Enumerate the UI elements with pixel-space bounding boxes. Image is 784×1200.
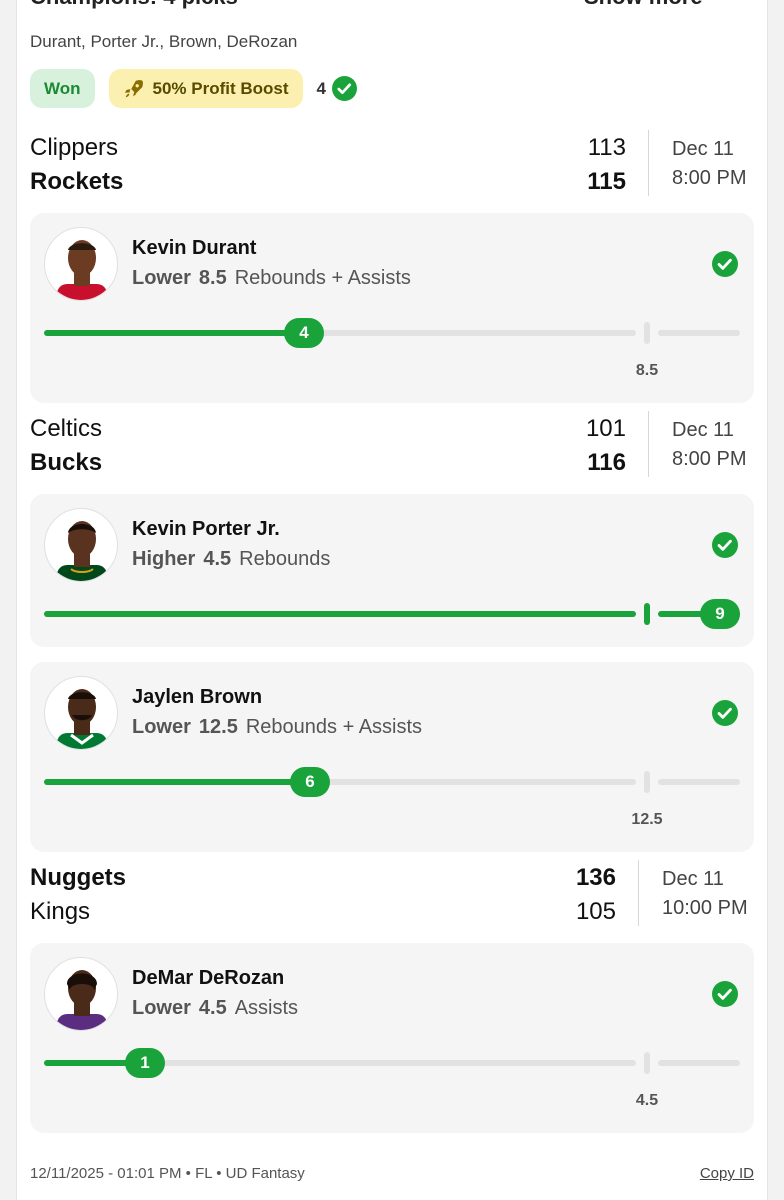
pick-line: Higher 4.5 Rebounds [132, 548, 330, 571]
player-name: Kevin Durant [132, 237, 257, 259]
game-time: 8:00 PM [672, 167, 747, 189]
line-marker [644, 771, 650, 793]
game-header: Nuggets Kings 136 105 Dec 11 10:00 PM [30, 860, 754, 928]
pick-line-value: 4.5 [198, 997, 227, 1019]
check-circle-icon [712, 251, 738, 277]
pick-line: Lower 8.5 Rebounds + Assists [132, 267, 411, 290]
team-score: 105 [575, 898, 616, 925]
team-score: 116 [587, 449, 626, 476]
player-avatar [44, 227, 118, 301]
progress-fill [44, 330, 304, 336]
game-date: Dec 11 [662, 868, 724, 890]
progress-track-over [658, 779, 740, 785]
game-date: Dec 11 [672, 138, 734, 160]
status-badge: Won [30, 69, 95, 108]
players-summary: Durant, Porter Jr., Brown, DeRozan [30, 32, 298, 51]
team-score: 113 [587, 134, 626, 161]
divider [648, 411, 649, 477]
line-label: 4.5 [635, 1092, 659, 1109]
result-knob: 1 [125, 1048, 165, 1078]
divider [638, 860, 639, 926]
pick-line-value: 8.5 [198, 267, 227, 289]
show-more-link[interactable]: Show more [584, 0, 703, 10]
result-knob: 9 [700, 599, 740, 629]
progress-fill [44, 779, 310, 785]
progress-track [44, 611, 636, 617]
progress-track [44, 330, 636, 336]
check-circle-icon [332, 76, 358, 101]
game-header: Celtics Bucks 101 116 Dec 11 8:00 PM [30, 411, 754, 479]
check-circle-icon [712, 532, 738, 558]
pick-card[interactable]: Kevin Durant Lower 8.5 Rebounds + Assists … [30, 213, 754, 403]
progress-track-over [658, 1060, 740, 1066]
rocket-icon [124, 79, 143, 97]
pick-direction: Lower [132, 716, 191, 738]
line-label: 8.5 [635, 362, 659, 379]
check-circle-icon [712, 981, 738, 1007]
player-name: DeMar DeRozan [132, 967, 285, 989]
profit-boost-label: 50% Profit Boost [152, 78, 289, 98]
pick-direction: Lower [132, 267, 191, 289]
team-name: Rockets [30, 168, 124, 195]
pick-card[interactable]: Jaylen Brown Lower 12.5 Rebounds + Assists… [30, 662, 754, 852]
team-name: Kings [30, 898, 91, 925]
pick-card[interactable]: Kevin Porter Jr. Higher 4.5 Rebounds 9 [30, 494, 754, 647]
progress-track [44, 779, 636, 785]
entry-title: Champions: 4 picks [30, 0, 238, 10]
team-name: Celtics [30, 415, 103, 442]
pick-card[interactable]: DeMar DeRozan Lower 4.5 Assists 1 4.5 [30, 943, 754, 1133]
status-badges: Won 50% Profit Boost 4 [30, 69, 358, 108]
player-avatar [44, 508, 118, 582]
pick-line-value: 4.5 [203, 548, 232, 570]
team-score: 115 [587, 168, 626, 195]
pick-direction: Higher [132, 548, 196, 570]
line-label: 12.5 [631, 811, 663, 828]
legs-won-number: 4 [316, 78, 327, 98]
legs-won-count: 4 [316, 76, 358, 101]
player-name: Kevin Porter Jr. [132, 518, 280, 540]
team-score: 101 [585, 415, 626, 442]
progress-track-over [658, 330, 740, 336]
result-knob: 6 [290, 767, 330, 797]
line-marker [644, 1052, 650, 1074]
game-date: Dec 11 [672, 419, 734, 441]
game-time: 8:00 PM [672, 448, 747, 470]
entry-meta: 12/11/2025 - 01:01 PM • FL • UD Fantasy [30, 1165, 305, 1182]
pick-stat: Rebounds + Assists [234, 267, 411, 289]
player-name: Jaylen Brown [132, 686, 263, 708]
pick-line: Lower 12.5 Rebounds + Assists [132, 716, 422, 739]
pick-line: Lower 4.5 Assists [132, 997, 298, 1020]
check-circle-icon [712, 700, 738, 726]
game-header: Clippers Rockets 113 115 Dec 11 8:00 PM [30, 130, 754, 198]
profit-boost-badge: 50% Profit Boost [108, 69, 303, 108]
copy-id-link[interactable]: Copy ID [700, 1165, 754, 1182]
divider [648, 130, 649, 196]
player-avatar [44, 676, 118, 750]
team-score: 136 [575, 864, 616, 891]
team-name: Clippers [30, 134, 119, 161]
team-name: Bucks [30, 449, 103, 476]
pick-stat: Rebounds [239, 548, 331, 570]
pick-direction: Lower [132, 997, 191, 1019]
line-marker [644, 322, 650, 344]
pick-line-value: 12.5 [198, 716, 238, 738]
player-avatar [44, 957, 118, 1031]
team-name: Nuggets [30, 864, 126, 891]
pick-stat: Assists [234, 997, 299, 1019]
game-time: 10:00 PM [662, 897, 748, 919]
line-marker [644, 603, 650, 625]
progress-fill [44, 611, 636, 617]
pick-stat: Rebounds + Assists [245, 716, 423, 738]
result-knob: 4 [284, 318, 324, 348]
